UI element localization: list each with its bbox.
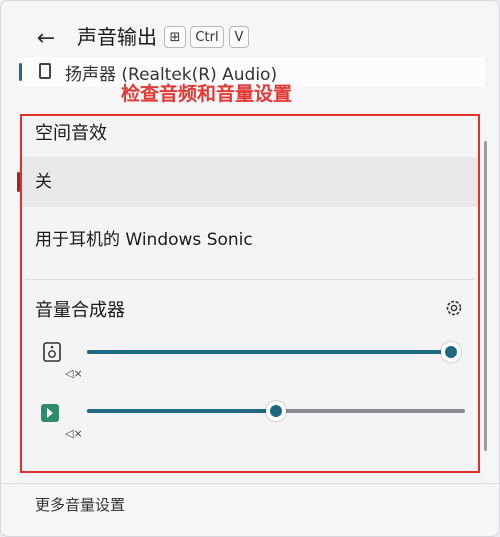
- gear-icon[interactable]: [444, 298, 464, 318]
- spatial-option-windows-sonic[interactable]: 用于耳机的 Windows Sonic: [19, 215, 479, 265]
- volume-mixer-title: 音量合成器: [35, 300, 125, 321]
- scrollbar[interactable]: [484, 141, 487, 451]
- footer-divider: [1, 483, 499, 484]
- volume-slider-app[interactable]: [87, 401, 465, 421]
- windows-key-icon: ⊞: [164, 26, 186, 48]
- speaker-icon: [39, 63, 51, 79]
- ctrl-key: Ctrl: [190, 26, 224, 48]
- option-selected-indicator: [17, 172, 20, 192]
- back-arrow-icon[interactable]: ←: [31, 23, 61, 53]
- v-key: V: [229, 26, 249, 48]
- spatial-option-off[interactable]: 关: [19, 157, 479, 207]
- app-icon: [41, 404, 59, 422]
- mute-icon[interactable]: ◁×: [65, 367, 83, 380]
- selected-indicator: [19, 63, 22, 81]
- speaker-device-icon: [43, 342, 61, 362]
- sound-output-panel: ← 声音输出 ⊞ Ctrl V 扬声器 (Realtek(R) Audio) 检…: [0, 0, 500, 537]
- more-volume-settings-link[interactable]: 更多音量设置: [35, 494, 125, 515]
- divider: [25, 279, 475, 280]
- slider-fill: [87, 409, 276, 413]
- mute-icon[interactable]: ◁×: [65, 427, 83, 440]
- slider-thumb[interactable]: [441, 342, 461, 362]
- volume-slider-speaker[interactable]: [87, 342, 461, 362]
- spatial-audio-title: 空间音效: [35, 123, 107, 144]
- slider-thumb[interactable]: [266, 401, 286, 421]
- page-title: 声音输出: [77, 25, 157, 49]
- slider-fill: [87, 350, 451, 354]
- annotation-label: 检查音频和音量设置: [121, 83, 293, 105]
